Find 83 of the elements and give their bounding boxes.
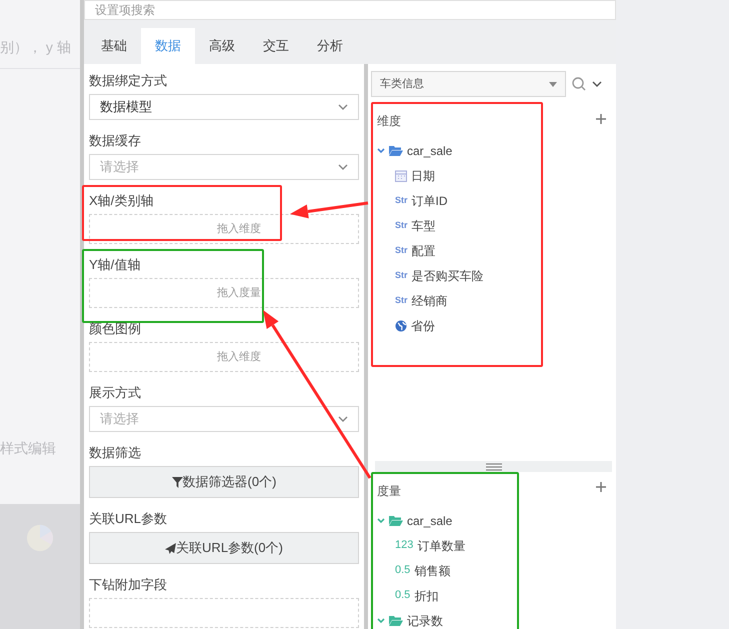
background-text: 别）， y 轴 (0, 38, 72, 57)
field-label: 经销商 (412, 292, 448, 310)
drop-hint: 拖入维度 (216, 350, 261, 365)
drop-hint: 拖入度量 (216, 286, 261, 301)
setting-label: 数据缓存 (89, 132, 142, 150)
drop-zone[interactable] (89, 598, 359, 628)
section-title: 维度 (377, 113, 402, 130)
tree-folder[interactable]: car_sale (377, 508, 517, 533)
select-value: 车类信息 (380, 76, 424, 92)
select-placeholder: 请选择 (100, 410, 139, 428)
field-label: 是否购买车险 (412, 268, 484, 284)
folder-icon (389, 145, 403, 156)
tree-item[interactable]: 0.5 折扣 (377, 583, 517, 608)
chevron-down-icon (377, 516, 385, 524)
drag-handle-icon (486, 462, 502, 470)
setting-label: X轴/类别轴 (89, 192, 154, 210)
field-label: 订单数量 (417, 538, 466, 554)
tree-item[interactable]: 省份 (377, 313, 541, 338)
select-field[interactable]: 数据模型 (89, 94, 359, 120)
tree-item[interactable]: Str 车型 (377, 213, 541, 238)
caret-down-icon (549, 82, 557, 86)
dataset-select[interactable]: 车类信息 (371, 71, 566, 97)
link-button[interactable]: 关联URL参数(0个) (89, 532, 359, 564)
tree-folder[interactable]: car_sale (377, 138, 541, 163)
folder-label: car_sale (407, 142, 452, 160)
tab[interactable]: 交互 (249, 28, 303, 64)
field-label: 销售额 (414, 562, 450, 580)
type-label: 0.5 (395, 588, 410, 604)
chevron-down-icon (338, 104, 348, 110)
tree-item[interactable]: Str 订单ID (377, 188, 541, 213)
add-icon[interactable] (596, 114, 606, 124)
folder-icon (389, 515, 403, 526)
type-label: 123 (395, 538, 414, 554)
folder-label: 记录数 (407, 612, 443, 629)
setting-label: 展示方式 (89, 384, 142, 402)
filter-icon (172, 476, 183, 488)
setting-label: 下钻附加字段 (89, 576, 168, 594)
field-label: 配置 (412, 242, 436, 260)
tree-item[interactable]: Str 是否购买车险 (377, 263, 541, 288)
tab[interactable]: 分析 (303, 28, 357, 64)
tree-item[interactable]: 123 订单数量 (377, 533, 517, 558)
search-icon[interactable] (572, 77, 586, 91)
section-title: 度量 (377, 483, 402, 500)
tab[interactable]: 高级 (195, 28, 249, 64)
folder-icon (389, 615, 403, 626)
tab[interactable]: 基础 (87, 28, 141, 64)
setting-label: 颜色图例 (89, 320, 142, 338)
type-label: Str (395, 244, 408, 257)
chevron-down-icon (592, 81, 602, 87)
select-placeholder: 请选择 (100, 158, 139, 176)
tree-item[interactable]: 0.5 销售额 (377, 558, 517, 583)
type-label: Str (395, 294, 408, 307)
field-label: 订单ID (412, 192, 448, 210)
type-label: Str (395, 194, 408, 207)
select-value: 数据模型 (100, 98, 152, 116)
type-label: Str (395, 268, 408, 282)
chevron-down-icon (377, 616, 385, 624)
tree-item[interactable]: Str 经销商 (377, 288, 541, 313)
chevron-down-icon (377, 146, 385, 154)
globe-icon (395, 320, 407, 332)
setting-label: 数据筛选 (89, 444, 142, 462)
filter-button[interactable]: 数据筛选器(0个) (89, 466, 359, 498)
field-label: 省份 (411, 318, 435, 334)
tree-folder[interactable]: 记录数 (377, 608, 517, 629)
field-label: 折扣 (414, 588, 438, 604)
background-text: 样式编辑 (0, 439, 57, 458)
add-icon[interactable] (596, 482, 606, 492)
chevron-down-icon (338, 416, 348, 422)
field-label: 车型 (412, 218, 436, 234)
type-label: 0.5 (395, 563, 410, 578)
setting-label: 数据绑定方式 (89, 72, 168, 90)
chevron-down-icon (338, 164, 348, 170)
setting-label: Y轴/值轴 (89, 256, 142, 274)
tree-item[interactable]: 日期 (377, 163, 541, 188)
field-label: 日期 (411, 168, 435, 184)
folder-label: car_sale (407, 512, 452, 530)
setting-label: 关联URL参数 (89, 510, 168, 528)
splitter-handle[interactable] (375, 461, 612, 472)
calendar-icon (395, 170, 407, 182)
tree-item[interactable]: Str 配置 (377, 238, 541, 263)
paper-plane-icon (165, 542, 176, 554)
type-label: Str (395, 218, 408, 232)
drop-hint: 拖入维度 (216, 222, 261, 237)
